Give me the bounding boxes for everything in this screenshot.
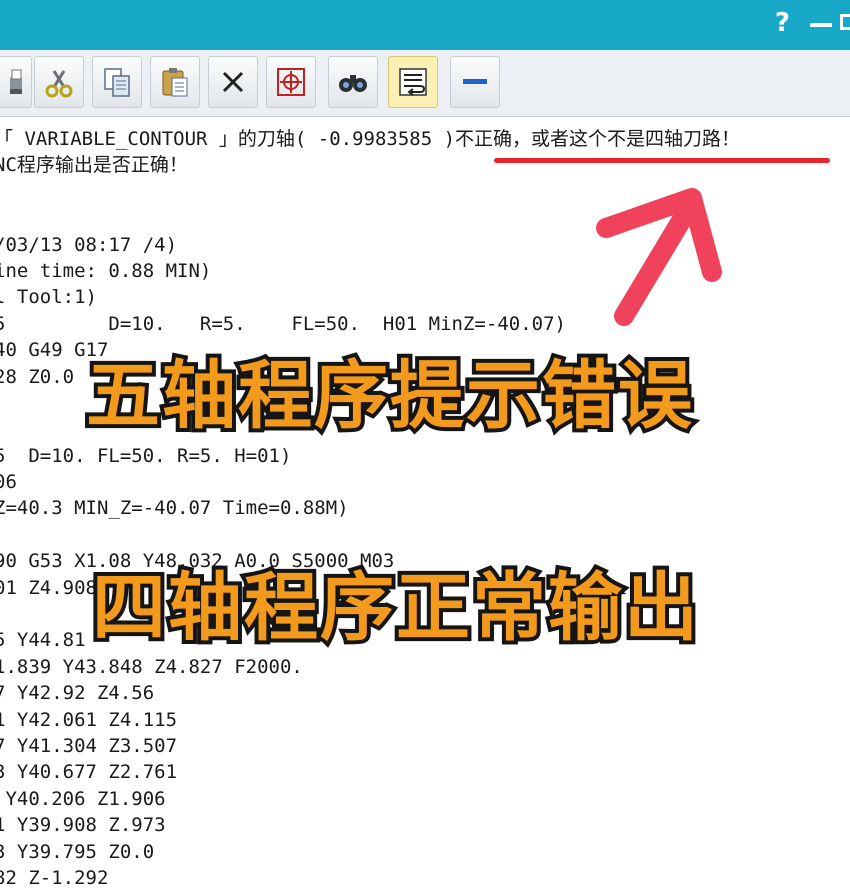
arrow-icon: [596, 188, 722, 326]
minimize-icon[interactable]: [810, 23, 832, 27]
title-bar: ?: [0, 0, 850, 50]
caption-four-axis-normal: 四轴程序正常输出: [88, 561, 702, 655]
caption-five-axis-error: 五轴程序提示错误: [82, 349, 696, 443]
delete-button[interactable]: [208, 56, 258, 108]
binoculars-icon: [339, 75, 367, 92]
help-button[interactable]: ?: [775, 8, 790, 38]
paste-button[interactable]: [150, 56, 200, 108]
toolbar: [0, 50, 850, 117]
copy-button[interactable]: [92, 56, 142, 108]
x-icon: [222, 71, 244, 93]
output-line: 1 Y42.061 Z4.115: [0, 708, 178, 731]
minus-icon: [463, 79, 487, 84]
output-line: Z=40.3 MIN_Z=-40.07 Time=0.88M): [0, 497, 349, 520]
output-line: NC程序输出是否正确！: [0, 154, 188, 177]
locate-button[interactable]: [266, 56, 316, 108]
output-line: 5 D=10. FL=50. R=5. H=01): [0, 444, 292, 467]
scissors-icon: [45, 70, 73, 98]
output-line: 1.839 Y43.848 Z4.827 F2000.: [0, 655, 303, 678]
output-line: 1 Y39.908 Z.973: [0, 814, 166, 837]
crosshair-icon: [277, 68, 305, 96]
collapse-button[interactable]: [450, 56, 500, 108]
output-line: 3 Y40.677 Z2.761: [0, 761, 178, 784]
find-button[interactable]: [328, 56, 378, 108]
copy-icon: [104, 68, 130, 97]
cut-button[interactable]: [34, 56, 84, 108]
text-wrap-icon: [399, 68, 427, 96]
output-line: 7 Y42.92 Z4.56: [0, 682, 155, 705]
wrap-button[interactable]: [388, 56, 438, 108]
output-line: 7 Y41.304 Z3.507: [0, 734, 178, 757]
output-line: Y40.206 Z1.906: [0, 787, 166, 810]
print-button[interactable]: [0, 56, 32, 108]
clipboard-icon: [162, 68, 188, 97]
output-line: 3 Y39.795 Z0.0: [0, 840, 155, 863]
maximize-icon[interactable]: [840, 14, 850, 30]
output-line: 82 Z-1.292: [0, 866, 109, 889]
annotation-underline: [494, 158, 830, 163]
output-line: 「 VARIABLE_CONTOUR 」的刀轴( -0.9983585 )不正确…: [0, 128, 741, 150]
output-line: 06: [0, 471, 17, 494]
printer-icon: [10, 69, 22, 94]
